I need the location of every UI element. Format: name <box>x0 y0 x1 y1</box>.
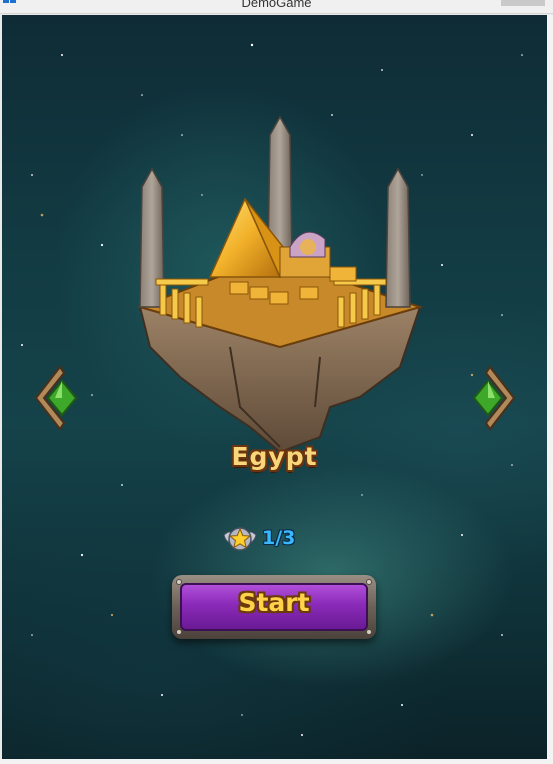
window-border-right <box>547 15 553 759</box>
bolt-icon <box>176 579 182 585</box>
arrow-right-gem-icon[interactable] <box>468 365 520 431</box>
window-title: DemoGame <box>241 0 312 10</box>
star-progress: 1/3 <box>222 521 295 555</box>
egypt-island-illustration <box>136 115 424 454</box>
window-border-bottom <box>0 759 553 764</box>
start-button[interactable]: Start <box>172 575 376 639</box>
bolt-icon <box>366 629 372 635</box>
bolt-icon <box>176 629 182 635</box>
window-titlebar: DemoGame <box>0 0 553 14</box>
game-viewport: Egypt 1/3 Start <box>2 15 547 759</box>
level-name: Egypt <box>231 442 318 471</box>
start-button-label: Start <box>238 588 310 617</box>
bolt-icon <box>366 579 372 585</box>
winged-star-badge-icon <box>223 527 257 551</box>
arrow-left-gem-icon[interactable] <box>30 365 82 431</box>
window-close-button[interactable] <box>501 0 545 6</box>
star-progress-count: 1/3 <box>262 527 296 549</box>
